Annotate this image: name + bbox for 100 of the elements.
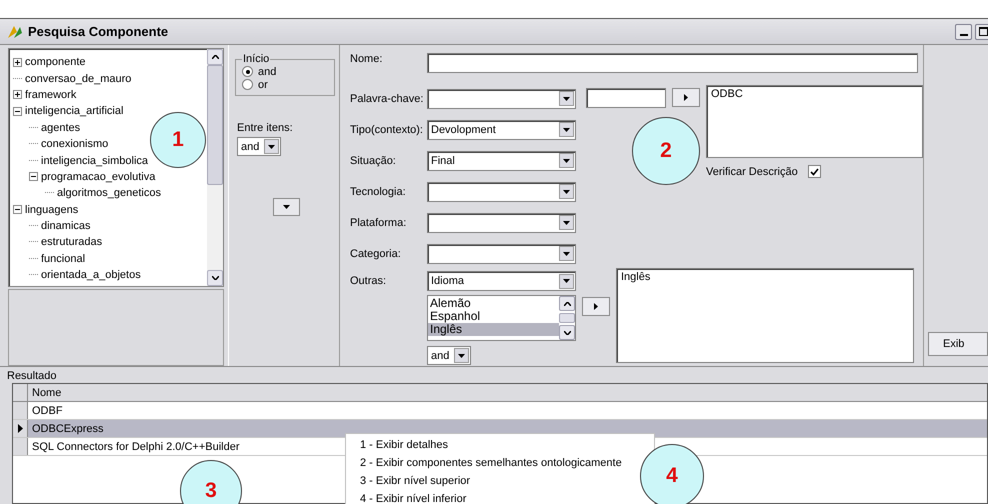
tree-item[interactable]: inteligencia_artificial (25, 105, 124, 118)
collapse-icon[interactable] (13, 205, 22, 214)
caret-icon (283, 205, 290, 209)
collapse-icon[interactable] (29, 172, 38, 182)
tree-item[interactable]: estruturadas (41, 236, 102, 248)
tree-item[interactable]: dinamicas (41, 220, 91, 232)
tree-item[interactable]: orientada_a_objetos (41, 269, 141, 282)
maximize-icon (979, 26, 988, 36)
add-button[interactable] (672, 88, 700, 107)
dropdown-button[interactable] (454, 348, 469, 363)
table-row[interactable]: ODBCExpress (13, 420, 987, 438)
show-button[interactable]: Exib (928, 332, 988, 356)
tree-item[interactable]: linguagens (25, 204, 78, 216)
menu-item[interactable]: 1 - Exibir detalhes (360, 436, 448, 454)
operator-dropdown[interactable]: and (427, 346, 471, 365)
tree-item[interactable]: funcional (41, 252, 86, 265)
caret-icon (563, 279, 570, 283)
radio-button[interactable] (242, 79, 253, 90)
menu-item[interactable]: 3 - Exibr nível superior (360, 472, 470, 490)
group-title: Início (242, 53, 270, 65)
caret-icon (563, 158, 570, 162)
radio-label: or (258, 78, 268, 90)
scroll-up-icon (564, 302, 570, 306)
dropdown-button[interactable] (559, 215, 574, 230)
scrollbar[interactable] (207, 49, 223, 286)
caret-icon (563, 190, 570, 194)
section-title: Resultado (6, 370, 58, 382)
table-cell-text: SQL Connectors for Delphi 2.0/C++Builder (31, 440, 240, 454)
field-label: Tecnologia: (350, 186, 407, 198)
dropdown-button[interactable] (559, 91, 574, 106)
collapse-icon[interactable] (13, 106, 22, 116)
dropdown-button[interactable] (264, 139, 279, 154)
dropdown-value: and (431, 350, 450, 362)
arrow-right-icon (594, 303, 598, 310)
caret-icon (563, 128, 570, 132)
expand-icon[interactable] (13, 90, 22, 100)
field-label: Situação: (350, 154, 397, 166)
scroll-down-icon (564, 330, 570, 334)
app-icon (6, 24, 24, 40)
list-item[interactable]: Alemão (428, 297, 559, 310)
arrow-right-icon (684, 94, 688, 101)
checkbox-label: Verificar Descrição (706, 166, 798, 178)
dropdown[interactable]: Devolopment (427, 120, 576, 140)
dropdown[interactable] (427, 182, 576, 202)
keyword-field[interactable] (586, 88, 666, 108)
menu-item[interactable]: 4 - Exibir nível inferior (360, 490, 466, 504)
caret-icon (563, 96, 570, 100)
minimize-icon (960, 34, 968, 36)
dropdown-button[interactable] (559, 274, 574, 288)
row-indicator (13, 438, 28, 455)
tree-item[interactable]: inteligencia_simbolica (41, 154, 148, 167)
dropdown[interactable] (427, 212, 576, 232)
check-icon (810, 168, 819, 176)
dropdown[interactable]: Final (427, 150, 576, 170)
add-button[interactable] (582, 297, 610, 316)
maximize-button[interactable] (975, 24, 988, 40)
tree-item[interactable]: componente (25, 56, 86, 68)
field-label: Categoria: (350, 248, 402, 260)
dropdown[interactable] (427, 88, 576, 108)
dropdown-value: Devolopment (431, 124, 496, 136)
caret-icon (563, 220, 570, 224)
dropdown-button[interactable] (559, 184, 574, 199)
name-field[interactable] (427, 53, 918, 73)
caret-icon (268, 144, 275, 148)
list-item[interactable]: ODBC (711, 88, 918, 100)
column-header[interactable]: Nome (28, 384, 62, 401)
tree-item[interactable]: conexionismo (41, 138, 108, 150)
dropdown-button[interactable] (559, 246, 574, 261)
radio-button[interactable] (242, 66, 253, 77)
list-item[interactable]: Inglês (621, 271, 909, 283)
dropdown-value: Final (431, 154, 455, 166)
list-item[interactable]: Inglês (428, 323, 559, 336)
minimize-button[interactable] (955, 24, 972, 40)
tree-item[interactable]: framework (25, 88, 76, 101)
dropdown-button[interactable] (273, 198, 300, 216)
tree-item[interactable]: agentes (41, 122, 80, 134)
tree-item[interactable]: conversao_de_mauro (25, 72, 132, 85)
caret-icon (458, 354, 465, 358)
operator-dropdown[interactable]: and (237, 137, 281, 156)
tree-item[interactable]: algoritmos_geneticos (57, 187, 161, 200)
field-label: Palavra-chave: (350, 92, 424, 104)
menu-item[interactable]: 2 - Exibir componentes semelhantes ontologicamente (360, 454, 622, 472)
field-label: Nome: (350, 53, 384, 65)
dropdown[interactable]: Idioma (427, 271, 576, 291)
radio-label: and (258, 66, 276, 78)
list-item[interactable]: Espanhol (428, 310, 559, 323)
scrollbar[interactable] (559, 296, 575, 340)
row-pointer-icon (18, 424, 22, 433)
checkbox[interactable] (808, 165, 821, 178)
expand-icon[interactable] (13, 58, 22, 67)
tree-item[interactable]: programacao_evolutiva (41, 170, 156, 183)
field-label: Tipo(contexto): (350, 124, 424, 136)
field-label: Outras: (350, 275, 388, 287)
dropdown-button[interactable] (559, 153, 574, 168)
dropdown-button[interactable] (559, 122, 574, 137)
scroll-up-icon (212, 55, 218, 59)
table-cell-text: ODBCExpress (31, 422, 104, 436)
dropdown-value: Idioma (431, 275, 464, 287)
field-label: Plataforma: (350, 216, 408, 228)
dropdown[interactable] (427, 244, 576, 264)
